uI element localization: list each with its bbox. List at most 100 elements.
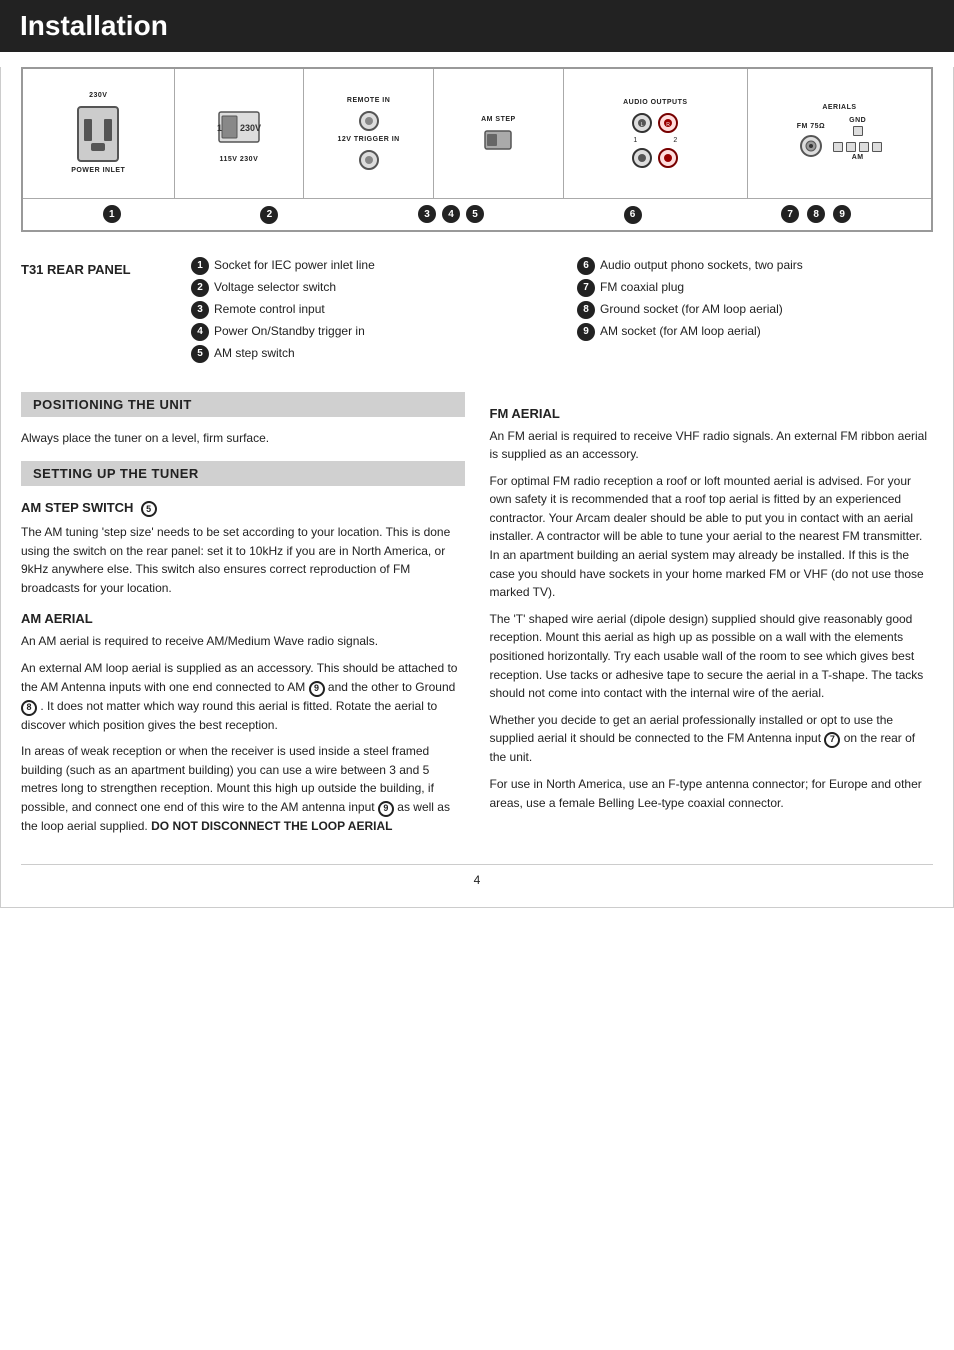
fm-aerial-para4: Whether you decide to get an aerial prof… <box>490 711 934 767</box>
am-step-badge: 5 <box>141 501 157 517</box>
badge-3: 3 <box>191 301 209 319</box>
power-inlet-label: POWER INLET <box>71 167 125 174</box>
setting-up-heading: SETTING UP THE TUNER <box>21 461 465 486</box>
panel-item-8-text: Ground socket (for AM loop aerial) <box>600 301 783 318</box>
callout-8: 8 <box>807 205 825 223</box>
panel-item-1: 1 Socket for IEC power inlet line <box>191 257 547 275</box>
callout-6: 6 <box>624 206 642 224</box>
panel-item-5: 5 AM step switch <box>191 345 547 363</box>
panel-item-6-text: Audio output phono sockets, two pairs <box>600 257 803 274</box>
badge-2: 2 <box>191 279 209 297</box>
badge-7: 7 <box>577 279 595 297</box>
page-content: 230V POWER INLET 115V 230V 115V 230V <box>0 67 954 908</box>
svg-text:L: L <box>641 122 644 128</box>
diagram-numbers-row: 1 2 3 4 5 6 7 8 9 <box>23 199 931 230</box>
phono-L-icon: L <box>631 112 653 134</box>
callout-2: 2 <box>260 206 278 224</box>
trigger-socket-icon <box>358 149 380 171</box>
audio-sub2-label: 2 <box>673 137 677 144</box>
two-col-body: POSITIONING THE UNIT Always place the tu… <box>21 392 933 844</box>
am-terminal-2 <box>846 142 856 152</box>
callout-5: 5 <box>466 205 484 223</box>
col-left: POSITIONING THE UNIT Always place the tu… <box>21 392 465 844</box>
gnd-label: GND <box>849 117 866 124</box>
panel-item-4: 4 Power On/Standby trigger in <box>191 323 547 341</box>
page-header: Installation <box>0 0 954 52</box>
voltage-selector-segment: 115V 230V 115V 230V <box>175 69 305 198</box>
aerials-sub-label: AERIALS <box>822 104 856 111</box>
trigger-sub-label: 12V TRIGGER IN <box>338 136 400 143</box>
remote-sub-label: REMOTE IN <box>347 97 390 104</box>
gnd-terminal <box>853 126 863 136</box>
panel-item-3-text: Remote control input <box>214 301 325 318</box>
phono-L2-icon <box>631 147 653 169</box>
iec-socket-icon <box>76 105 120 163</box>
panel-list-left: 1 Socket for IEC power inlet line 2 Volt… <box>191 257 547 367</box>
am-terminal-label: AM <box>852 154 864 161</box>
callout-1: 1 <box>103 205 121 223</box>
rear-panel-diagram: 230V POWER INLET 115V 230V 115V 230V <box>21 67 933 232</box>
badge-9: 9 <box>577 323 595 341</box>
am-aerial-bold-end: DO NOT DISCONNECT THE LOOP AERIAL <box>151 819 392 833</box>
am-terminal-1 <box>833 142 843 152</box>
page-number: 4 <box>21 864 933 887</box>
badge-9b: 9 <box>378 801 394 817</box>
am-terminal-4 <box>872 142 882 152</box>
callout-7: 7 <box>781 205 799 223</box>
positioning-body: Always place the tuner on a level, firm … <box>21 429 465 448</box>
panel-list-right: 6 Audio output phono sockets, two pairs … <box>577 257 933 367</box>
page-title: Installation <box>20 10 934 42</box>
panel-item-7: 7 FM coaxial plug <box>577 279 933 297</box>
am-aerial-para3: In areas of weak reception or when the r… <box>21 742 465 835</box>
trigger-segment: REMOTE IN 12V TRIGGER IN <box>304 69 434 198</box>
fm-aerial-para2: For optimal FM radio reception a roof or… <box>490 472 934 602</box>
audio-pair-2 <box>631 147 679 169</box>
panel-title: T31 REAR PANEL <box>21 257 171 367</box>
positioning-heading: POSITIONING THE UNIT <box>21 392 465 417</box>
amstep-segment: AM STEP <box>434 69 564 198</box>
badge-1: 1 <box>191 257 209 275</box>
am-step-subheading: AM STEP SWITCH 5 <box>21 500 465 517</box>
panel-item-1-text: Socket for IEC power inlet line <box>214 257 375 274</box>
am-aerial-left-heading: AM AERIAL <box>21 611 465 626</box>
badge-6: 6 <box>577 257 595 275</box>
phono-R-icon: R <box>657 112 679 134</box>
am-step-body: The AM tuning 'step size' needs to be se… <box>21 523 465 597</box>
badge-4: 4 <box>191 323 209 341</box>
callout-9: 9 <box>833 205 851 223</box>
am-aerial-para2: An external AM loop aerial is supplied a… <box>21 659 465 734</box>
panel-item-6: 6 Audio output phono sockets, two pairs <box>577 257 933 275</box>
panel-info: T31 REAR PANEL 1 Socket for IEC power in… <box>21 247 933 382</box>
fm-aerial-para3: The 'T' shaped wire aerial (dipole desig… <box>490 610 934 703</box>
panel-item-2-text: Voltage selector switch <box>214 279 336 296</box>
badge-5: 5 <box>191 345 209 363</box>
svg-text:R: R <box>667 122 671 128</box>
badge-8a: 8 <box>21 700 37 716</box>
panel-lists: 1 Socket for IEC power inlet line 2 Volt… <box>191 257 933 367</box>
panel-item-9-text: AM socket (for AM loop aerial) <box>600 323 761 340</box>
panel-item-4-text: Power On/Standby trigger in <box>214 323 365 340</box>
voltage-selector-icon: 115V 230V <box>214 102 264 152</box>
fm-aerial-heading: FM AERIAL <box>490 406 934 421</box>
aerials-segment: AERIALS FM 75Ω <box>748 69 931 198</box>
amstep-switch-icon <box>483 129 513 151</box>
panel-item-2: 2 Voltage selector switch <box>191 279 547 297</box>
panel-item-3: 3 Remote control input <box>191 301 547 319</box>
fm-aerial-label: FM 75Ω <box>797 123 825 130</box>
callout-4: 4 <box>442 205 460 223</box>
audio-outputs-segment: AUDIO OUTPUTS L R <box>564 69 748 198</box>
badge-8: 8 <box>577 301 595 319</box>
diagram-components: 230V POWER INLET 115V 230V 115V 230V <box>23 69 931 199</box>
panel-item-9: 9 AM socket (for AM loop aerial) <box>577 323 933 341</box>
badge-7a: 7 <box>824 732 840 748</box>
phono-R2-icon <box>657 147 679 169</box>
audio-pair-1: L R <box>631 112 679 134</box>
voltage-top-label: 230V <box>89 92 107 99</box>
power-inlet-segment: 230V POWER INLET <box>23 69 175 198</box>
audio-sub1-label: 1 <box>633 137 637 144</box>
am-aerial-para1: An AM aerial is required to receive AM/M… <box>21 632 465 651</box>
panel-item-8: 8 Ground socket (for AM loop aerial) <box>577 301 933 319</box>
remote-socket-icon <box>358 110 380 132</box>
audio-outputs-sub-label: AUDIO OUTPUTS <box>623 99 687 106</box>
badge-9a: 9 <box>309 681 325 697</box>
